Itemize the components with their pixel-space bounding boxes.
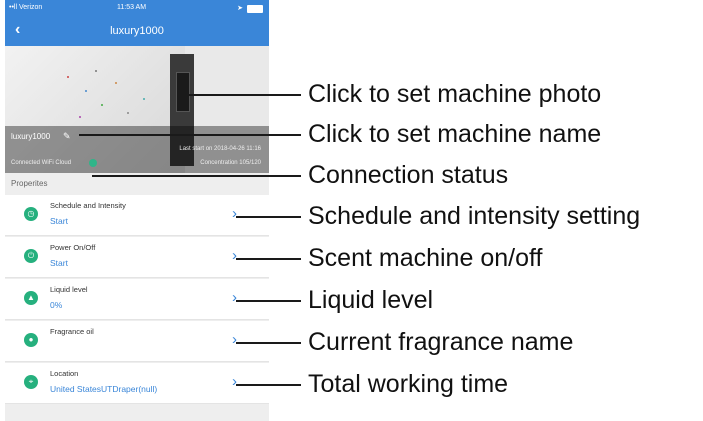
callout-line-liquid xyxy=(236,300,301,302)
callout-text-fragrance: Current fragrance name xyxy=(308,328,574,356)
status-bar: ••ll Verizon 11:53 AM ➤ xyxy=(5,0,269,18)
chevron-right-icon: › xyxy=(232,331,237,348)
photo-speck xyxy=(95,70,97,72)
property-value: Start xyxy=(50,216,68,226)
callout-text-connection: Connection status xyxy=(308,161,509,189)
property-label: Location xyxy=(50,369,79,378)
location-arrow-icon: ➤ xyxy=(237,5,243,12)
callout-line-connection xyxy=(92,175,301,177)
connection-status-label: Connected WiFi Cloud xyxy=(11,160,72,166)
callout-text-photo: Click to set machine photo xyxy=(308,80,602,108)
phone-screen: ••ll Verizon 11:53 AM ➤ ‹ luxury1000 lux… xyxy=(5,0,269,421)
chevron-right-icon: › xyxy=(232,289,237,306)
property-label: Liquid level xyxy=(50,285,88,294)
connection-status-dot-icon xyxy=(89,159,97,167)
callout-text-name: Click to set machine name xyxy=(308,120,602,148)
callout-line-name xyxy=(79,134,301,136)
property-label: Fragrance oil xyxy=(50,327,94,336)
photo-speck xyxy=(101,104,103,106)
battery-icon xyxy=(247,5,263,13)
machine-name[interactable]: luxury1000 xyxy=(11,132,50,141)
photo-speck xyxy=(115,82,117,84)
photo-speck xyxy=(79,116,81,118)
nav-bar: ‹ luxury1000 xyxy=(5,18,269,46)
concentration-text: Concentration 105/120 xyxy=(200,160,261,166)
property-value: 0% xyxy=(50,300,63,310)
last-start-text: Last start on 2018-04-26 11:16 xyxy=(179,146,261,152)
callout-text-working-time: Total working time xyxy=(308,370,509,398)
property-row-fragrance[interactable]: ● Fragrance oil › xyxy=(5,321,269,362)
callout-line-photo xyxy=(183,94,301,96)
photo-speck xyxy=(85,90,87,92)
callout-text-schedule: Schedule and intensity setting xyxy=(308,202,641,230)
power-icon: ⏻ xyxy=(24,249,38,263)
property-value: United StatesUTDraper(null) xyxy=(50,384,158,394)
property-value: Start xyxy=(50,258,68,268)
section-title: Properites xyxy=(11,179,48,188)
machine-slot xyxy=(176,72,190,112)
callout-line-fragrance xyxy=(236,342,301,344)
callout-line-power xyxy=(236,258,301,260)
clock-time: 11:53 AM xyxy=(117,4,147,11)
liquid-icon: ▲ xyxy=(24,291,38,305)
callout-line-schedule xyxy=(236,216,301,218)
photo-speck xyxy=(127,112,129,114)
pencil-edit-icon[interactable]: ✎ xyxy=(63,131,71,142)
property-row-liquid-level[interactable]: ▲ Liquid level 0% › xyxy=(5,279,269,320)
page-title: luxury1000 xyxy=(110,25,164,37)
property-row-schedule[interactable]: ◷ Schedule and Intensity Start › xyxy=(5,195,269,236)
chevron-right-icon: › xyxy=(232,373,237,390)
callout-text-liquid: Liquid level xyxy=(308,286,434,314)
chevron-right-icon: › xyxy=(232,247,237,264)
photo-speck xyxy=(143,98,145,100)
property-label: Schedule and Intensity xyxy=(50,201,126,210)
clock-icon: ◷ xyxy=(24,207,38,221)
photo-speck xyxy=(67,76,69,78)
callout-line-working-time xyxy=(236,384,301,386)
chevron-right-icon: › xyxy=(232,205,237,222)
callout-text-power: Scent machine on/off xyxy=(308,244,543,272)
property-row-location[interactable]: ⌖ Location United StatesUTDraper(null) › xyxy=(5,363,269,404)
carrier-label: ••ll Verizon xyxy=(9,4,43,11)
property-row-power[interactable]: ⏻ Power On/Off Start › xyxy=(5,237,269,278)
property-label: Power On/Off xyxy=(50,243,96,252)
location-pin-icon: ⌖ xyxy=(24,375,38,389)
fragrance-icon: ● xyxy=(24,333,38,347)
machine-photo[interactable]: luxury1000 ✎ Last start on 2018-04-26 11… xyxy=(5,46,269,173)
